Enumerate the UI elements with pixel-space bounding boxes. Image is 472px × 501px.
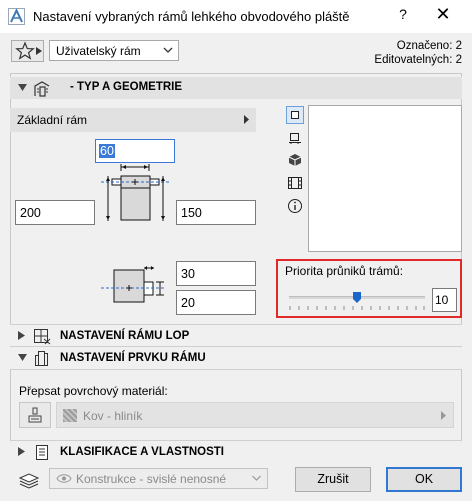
material-value: Kov - hliník: [83, 409, 143, 423]
star-icon: [15, 41, 35, 60]
material-override-label: Přepsat povrchový materiál:: [19, 384, 168, 398]
cap-diagram: [101, 266, 164, 303]
curtain-wall-frame-icon: [34, 329, 51, 345]
frame-type-label: Základní rám: [17, 113, 88, 127]
section-title: KLASIFIKACE A VLASTNOSTI: [60, 446, 224, 458]
frame-section-diagram: [101, 164, 171, 221]
priority-label: Priorita průniků trámů:: [285, 264, 404, 278]
chevron-down-icon: [252, 475, 261, 481]
frame-type-selector[interactable]: Základní rám: [10, 108, 256, 132]
triangle-right-icon: [36, 47, 42, 55]
preview-pane: [308, 105, 462, 252]
material-swatch: [63, 409, 77, 422]
cap-depth-input[interactable]: [176, 290, 256, 315]
view-3d-button[interactable]: [286, 151, 304, 169]
section-title: NASTAVENÍ RÁMU LOP: [60, 330, 190, 342]
offset-right-input[interactable]: [176, 200, 256, 225]
archicad-app-icon: [8, 8, 25, 25]
preset-select[interactable]: Uživatelský rám: [49, 40, 179, 61]
triangle-right-icon: [18, 447, 25, 456]
triangle-right-icon: [18, 331, 25, 340]
layer-value: Konstrukce - svislé nenosné: [76, 472, 227, 486]
priority-slider-ticks: [289, 306, 425, 310]
view-section-button[interactable]: [286, 174, 304, 192]
elevation-icon: [289, 133, 301, 144]
frame-geometry-icon: [34, 81, 50, 97]
preset-select-value: Uživatelský rám: [56, 44, 141, 58]
layer-select[interactable]: Konstrukce - svislé nenosné: [49, 468, 268, 489]
section-classification[interactable]: KLASIFIKACE A VLASTNOSTI: [10, 441, 462, 463]
close-button[interactable]: ✕: [433, 4, 453, 26]
material-override-button[interactable]: [19, 402, 51, 428]
section-frame-element[interactable]: NASTAVENÍ PRVKU RÁMU: [10, 347, 462, 369]
info-button[interactable]: [286, 197, 304, 215]
film-strip-icon: [288, 177, 302, 189]
favorites-button[interactable]: [11, 40, 44, 62]
layers-icon: [18, 473, 40, 489]
paint-brush-icon: [28, 407, 42, 423]
priority-slider-thumb[interactable]: [353, 292, 361, 303]
frame-width-input[interactable]: 60: [95, 139, 175, 163]
surface-material-select[interactable]: Kov - hliník: [56, 402, 454, 428]
classification-list-icon: [36, 445, 48, 460]
square-icon: [291, 111, 299, 119]
triangle-down-icon: [18, 354, 27, 361]
cube-icon: [288, 154, 302, 166]
view-elevation-button[interactable]: [286, 129, 304, 147]
triangle-right-icon: [441, 411, 446, 420]
triangle-right-icon: [244, 115, 249, 124]
view-2d-button[interactable]: [286, 106, 304, 124]
window-title: Nastavení vybraných rámů lehkého obvodov…: [33, 9, 350, 24]
offset-left-input[interactable]: [15, 200, 95, 225]
eye-icon: [56, 474, 72, 483]
chevron-down-icon: [163, 47, 173, 53]
section-title: - TYP A GEOMETRIE: [70, 81, 183, 93]
info-icon: [288, 199, 302, 213]
section-title: NASTAVENÍ PRVKU RÁMU: [60, 352, 206, 364]
priority-value-input[interactable]: [432, 288, 457, 312]
cancel-button[interactable]: Zrušit: [295, 467, 371, 492]
ok-button[interactable]: OK: [386, 467, 462, 492]
frame-width-value: 60: [99, 144, 115, 158]
cap-width-input[interactable]: [176, 261, 256, 286]
divider: [10, 369, 462, 370]
section-lop-frame[interactable]: NASTAVENÍ RÁMU LOP: [10, 325, 462, 347]
section-type-geometry[interactable]: - TYP A GEOMETRIE: [10, 77, 462, 99]
editable-count: Editovatelných: 2: [374, 54, 462, 66]
frame-profile-icon: [35, 351, 48, 366]
selected-count: Označeno: 2: [396, 40, 462, 52]
help-button[interactable]: ?: [395, 6, 411, 26]
triangle-down-icon: [18, 84, 27, 91]
